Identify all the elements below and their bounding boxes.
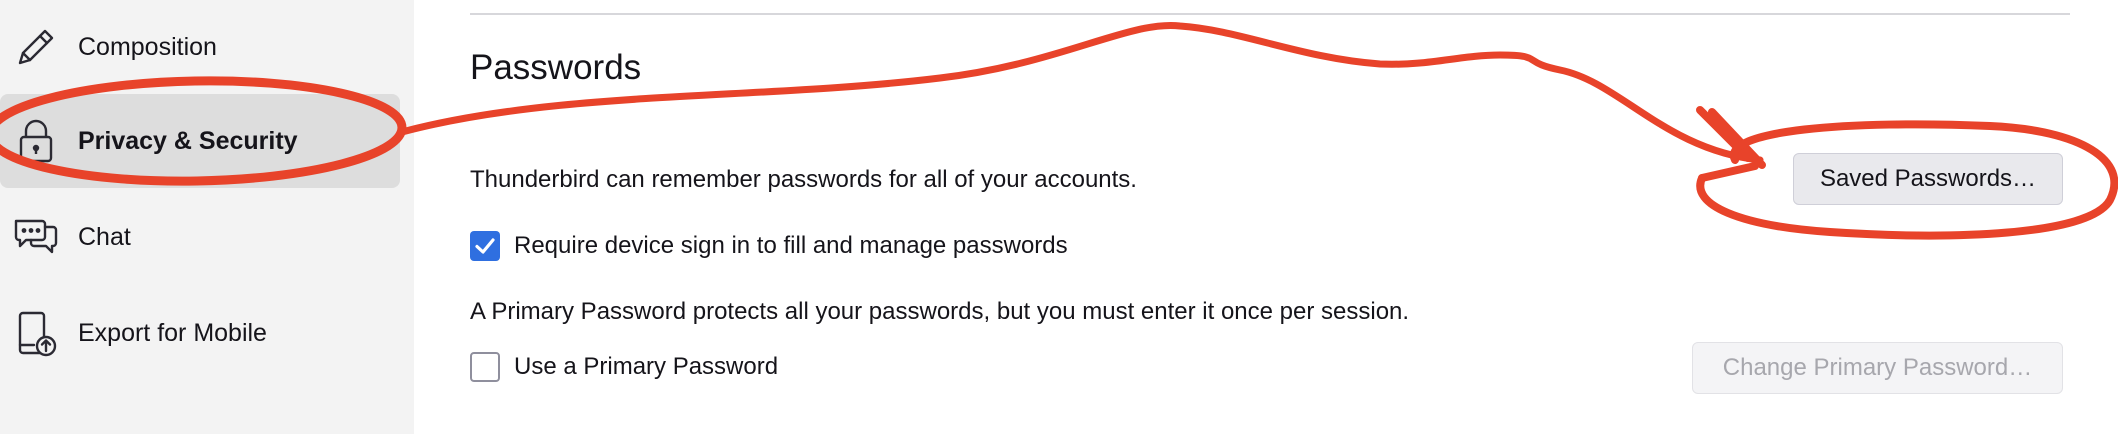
require-signin-row[interactable]: Require device sign in to fill and manag… [470, 231, 1068, 261]
lock-icon [12, 117, 60, 165]
sidebar: Composition Privacy & Security Chat Expo… [0, 0, 414, 434]
sidebar-item-label: Export for Mobile [78, 318, 267, 347]
sidebar-item-chat[interactable]: Chat [0, 190, 400, 284]
annotation-arrow-line [398, 21, 1764, 164]
sidebar-item-label: Composition [78, 32, 217, 61]
section-divider [470, 13, 2070, 15]
use-primary-password-row[interactable]: Use a Primary Password [470, 352, 778, 382]
arrow-head-icon [1696, 106, 1766, 182]
require-signin-label: Require device sign in to fill and manag… [514, 232, 1068, 259]
sidebar-item-export-for-mobile[interactable]: Export for Mobile [0, 286, 400, 380]
use-primary-password-checkbox[interactable] [470, 352, 500, 382]
chat-bubbles-icon [12, 213, 60, 261]
use-primary-password-label: Use a Primary Password [514, 353, 779, 380]
remember-passwords-text: Thunderbird can remember passwords for a… [470, 166, 1137, 193]
primary-password-text: A Primary Password protects all your pas… [470, 298, 1410, 325]
change-primary-password-button[interactable]: Change Primary Password… [1692, 342, 2063, 394]
mobile-export-icon [12, 309, 60, 357]
sidebar-item-label: Chat [78, 222, 131, 251]
sidebar-item-composition[interactable]: Composition [0, 0, 400, 94]
require-signin-checkbox[interactable] [470, 231, 500, 261]
checkmark-icon [475, 238, 495, 254]
section-title: Passwords [470, 48, 642, 87]
sidebar-item-privacy-security[interactable]: Privacy & Security [0, 94, 400, 188]
sidebar-item-label: Privacy & Security [78, 126, 298, 155]
saved-passwords-button[interactable]: Saved Passwords… [1793, 153, 2063, 205]
pencil-icon [12, 23, 60, 71]
